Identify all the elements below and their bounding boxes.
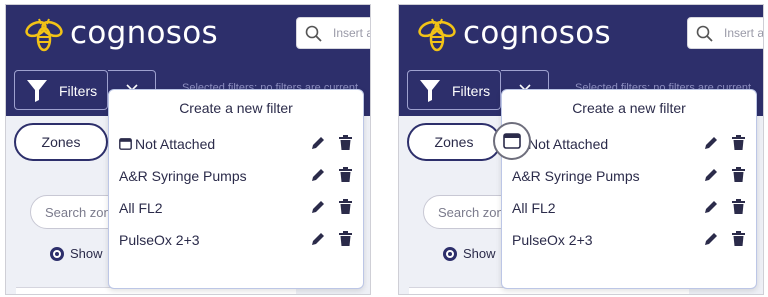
filter-item[interactable]: A&R Syringe Pumps [109, 164, 363, 188]
show-radio[interactable] [443, 247, 457, 261]
pencil-icon[interactable] [311, 136, 325, 150]
filter-item[interactable]: A&R Syringe Pumps [502, 164, 756, 188]
bee-logo-icon [418, 18, 456, 52]
pencil-icon[interactable] [311, 200, 325, 214]
search-icon [696, 25, 713, 42]
trash-icon[interactable] [732, 135, 745, 150]
pencil-icon[interactable] [704, 200, 718, 214]
calendar-icon [119, 138, 132, 150]
search-input[interactable]: Insert an [296, 17, 370, 49]
filters-label: Filters [59, 83, 98, 99]
search-zones-placeholder: Search zon [45, 205, 111, 220]
funnel-icon [27, 80, 47, 102]
screenshot-panel-right: cognosos Insert an Filters Selected filt… [398, 4, 764, 295]
filter-item[interactable]: Not Attached [109, 132, 363, 156]
search-placeholder: Insert an [724, 26, 764, 40]
pencil-icon[interactable] [704, 136, 718, 150]
zones-tab[interactable]: Zones [14, 123, 108, 161]
filter-item-label: Not Attached [135, 136, 216, 152]
brand-name: cognosos [70, 15, 218, 51]
trash-icon[interactable] [732, 231, 745, 246]
brand-name: cognosos [463, 15, 611, 51]
top-bar: cognosos Insert an [399, 5, 763, 64]
cursor-highlight [493, 122, 531, 160]
show-radio[interactable] [50, 247, 64, 261]
show-label: Show [463, 246, 496, 261]
filter-item[interactable]: PulseOx 2+3 [109, 228, 363, 252]
filter-item[interactable]: Not Attached [502, 132, 756, 156]
top-bar: cognosos Insert an [6, 5, 370, 64]
filter-item-label: PulseOx 2+3 [119, 232, 200, 248]
trash-icon[interactable] [339, 135, 352, 150]
filter-item-label: All FL2 [512, 200, 556, 216]
search-icon [305, 25, 322, 42]
filter-item-label: PulseOx 2+3 [512, 232, 593, 248]
filters-button[interactable]: Filters [407, 70, 501, 110]
filter-item[interactable]: PulseOx 2+3 [502, 228, 756, 252]
filter-item-label: A&R Syringe Pumps [119, 168, 247, 184]
filters-button[interactable]: Filters [14, 70, 108, 110]
filters-label: Filters [452, 83, 491, 99]
filter-item[interactable]: All FL2 [109, 196, 363, 220]
zones-tab[interactable]: Zones [407, 123, 501, 161]
trash-icon[interactable] [339, 231, 352, 246]
create-filter-button[interactable]: Create a new filter [502, 100, 756, 116]
filter-item-label: All FL2 [119, 200, 163, 216]
pencil-icon[interactable] [311, 232, 325, 246]
create-filter-button[interactable]: Create a new filter [109, 100, 363, 116]
filter-dropdown: Create a new filter Not Attached A&R Syr… [108, 89, 364, 289]
funnel-icon [420, 80, 440, 102]
trash-icon[interactable] [339, 199, 352, 214]
show-label: Show [70, 246, 103, 261]
search-zones-placeholder: Search zon [438, 205, 504, 220]
filter-item[interactable]: All FL2 [502, 196, 756, 220]
search-placeholder: Insert an [333, 26, 370, 40]
filter-item-label: Not Attached [528, 136, 609, 152]
trash-icon[interactable] [339, 167, 352, 182]
calendar-icon [503, 133, 521, 149]
trash-icon[interactable] [732, 167, 745, 182]
filter-dropdown: Create a new filter Not Attached A&R Syr… [501, 89, 757, 289]
filter-item-label: A&R Syringe Pumps [512, 168, 640, 184]
pencil-icon[interactable] [704, 168, 718, 182]
screenshot-panel-left: cognosos Insert an Filters Selected filt… [5, 4, 371, 295]
pencil-icon[interactable] [704, 232, 718, 246]
pencil-icon[interactable] [311, 168, 325, 182]
bee-logo-icon [25, 18, 63, 52]
search-input[interactable]: Insert an [687, 17, 764, 49]
trash-icon[interactable] [732, 199, 745, 214]
